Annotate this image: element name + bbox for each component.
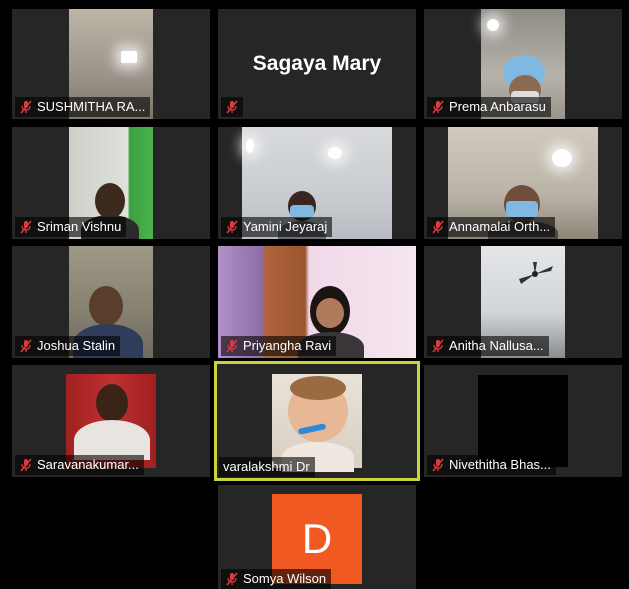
participant-name-label: Somya Wilson bbox=[221, 569, 332, 589]
participant-tile-sriman[interactable]: Sriman Vishnu bbox=[12, 127, 210, 239]
participant-name: Sriman Vishnu bbox=[37, 219, 122, 234]
participant-tile-joshua[interactable]: Joshua Stalin bbox=[12, 246, 210, 358]
muted-mic-icon bbox=[225, 339, 239, 353]
person-head bbox=[96, 384, 128, 422]
participant-tile-yamini[interactable]: Yamini Jeyaraj bbox=[218, 127, 416, 239]
person-hair bbox=[290, 376, 346, 400]
participant-name: Prema Anbarasu bbox=[449, 99, 546, 114]
participant-video bbox=[66, 374, 156, 468]
participant-tile-sushmitha[interactable]: SUSHMITHA RA... bbox=[12, 9, 210, 119]
person-head bbox=[95, 183, 125, 219]
participant-name-label: Joshua Stalin bbox=[15, 336, 121, 356]
participant-avatar-photo bbox=[272, 374, 362, 472]
participant-name-label: Annamalai Orth... bbox=[427, 217, 556, 237]
muted-mic-icon bbox=[225, 220, 239, 234]
face-mask bbox=[506, 201, 538, 217]
participant-name-label: Prema Anbarasu bbox=[427, 97, 551, 117]
muted-mic-icon bbox=[225, 572, 239, 586]
participant-tile-annamalai[interactable]: Annamalai Orth... bbox=[424, 127, 622, 239]
participant-name: Annamalai Orth... bbox=[449, 219, 551, 234]
participant-tile-sagaya-mary[interactable]: Sagaya Mary bbox=[218, 9, 416, 119]
participant-name: varalakshmi Dr bbox=[223, 459, 310, 474]
muted-mic-icon bbox=[431, 100, 445, 114]
participant-name-label: Priyangha Ravi bbox=[221, 336, 337, 356]
participant-name: Nivethitha Bhas... bbox=[449, 457, 551, 472]
participant-name-label: varalakshmi Dr bbox=[219, 457, 315, 477]
participant-tile-somya[interactable]: D Somya Wilson bbox=[218, 485, 416, 589]
participant-name-label: Anitha Nallusa... bbox=[427, 336, 549, 356]
participant-tile-prema[interactable]: Prema Anbarasu bbox=[424, 9, 622, 119]
person-head bbox=[89, 286, 123, 326]
ceiling-light bbox=[487, 19, 499, 31]
participant-name-label: Nivethitha Bhas... bbox=[427, 455, 556, 475]
participant-name-label: SUSHMITHA RA... bbox=[15, 97, 151, 117]
participant-name: Priyangha Ravi bbox=[243, 338, 332, 353]
ceiling-light bbox=[121, 51, 137, 63]
participant-name-label: Saravanakumar... bbox=[15, 455, 144, 475]
muted-mic-icon bbox=[19, 220, 33, 234]
participant-name-label bbox=[221, 97, 243, 117]
participant-display-name: Sagaya Mary bbox=[252, 52, 382, 75]
participant-tile-varalakshmi[interactable]: varalakshmi Dr bbox=[214, 361, 420, 481]
participant-tile-priyangha[interactable]: Priyangha Ravi bbox=[218, 246, 416, 358]
participant-name: SUSHMITHA RA... bbox=[37, 99, 146, 114]
participant-name: Joshua Stalin bbox=[37, 338, 116, 353]
person-face bbox=[316, 298, 344, 328]
muted-mic-icon bbox=[19, 100, 33, 114]
ceiling-fan-icon bbox=[515, 262, 555, 286]
participant-name: Somya Wilson bbox=[243, 571, 327, 586]
ceiling-light bbox=[552, 149, 572, 167]
participant-name-label: Yamini Jeyaraj bbox=[221, 217, 333, 237]
person-body bbox=[74, 420, 150, 460]
participant-name-label: Sriman Vishnu bbox=[15, 217, 127, 237]
ceiling-light bbox=[328, 147, 342, 159]
participant-tile-saravanakumar[interactable]: Saravanakumar... bbox=[12, 365, 210, 477]
muted-mic-icon bbox=[225, 100, 239, 114]
muted-mic-icon bbox=[19, 339, 33, 353]
ceiling-light bbox=[246, 139, 254, 153]
muted-mic-icon bbox=[431, 220, 445, 234]
participant-tile-anitha[interactable]: Anitha Nallusa... bbox=[424, 246, 622, 358]
participant-video-off bbox=[478, 375, 568, 467]
participant-tile-nivethitha[interactable]: Nivethitha Bhas... bbox=[424, 365, 622, 477]
muted-mic-icon bbox=[431, 458, 445, 472]
participant-name: Anitha Nallusa... bbox=[449, 338, 544, 353]
participant-name: Yamini Jeyaraj bbox=[243, 219, 328, 234]
participant-name: Saravanakumar... bbox=[37, 457, 139, 472]
muted-mic-icon bbox=[19, 458, 33, 472]
muted-mic-icon bbox=[431, 339, 445, 353]
